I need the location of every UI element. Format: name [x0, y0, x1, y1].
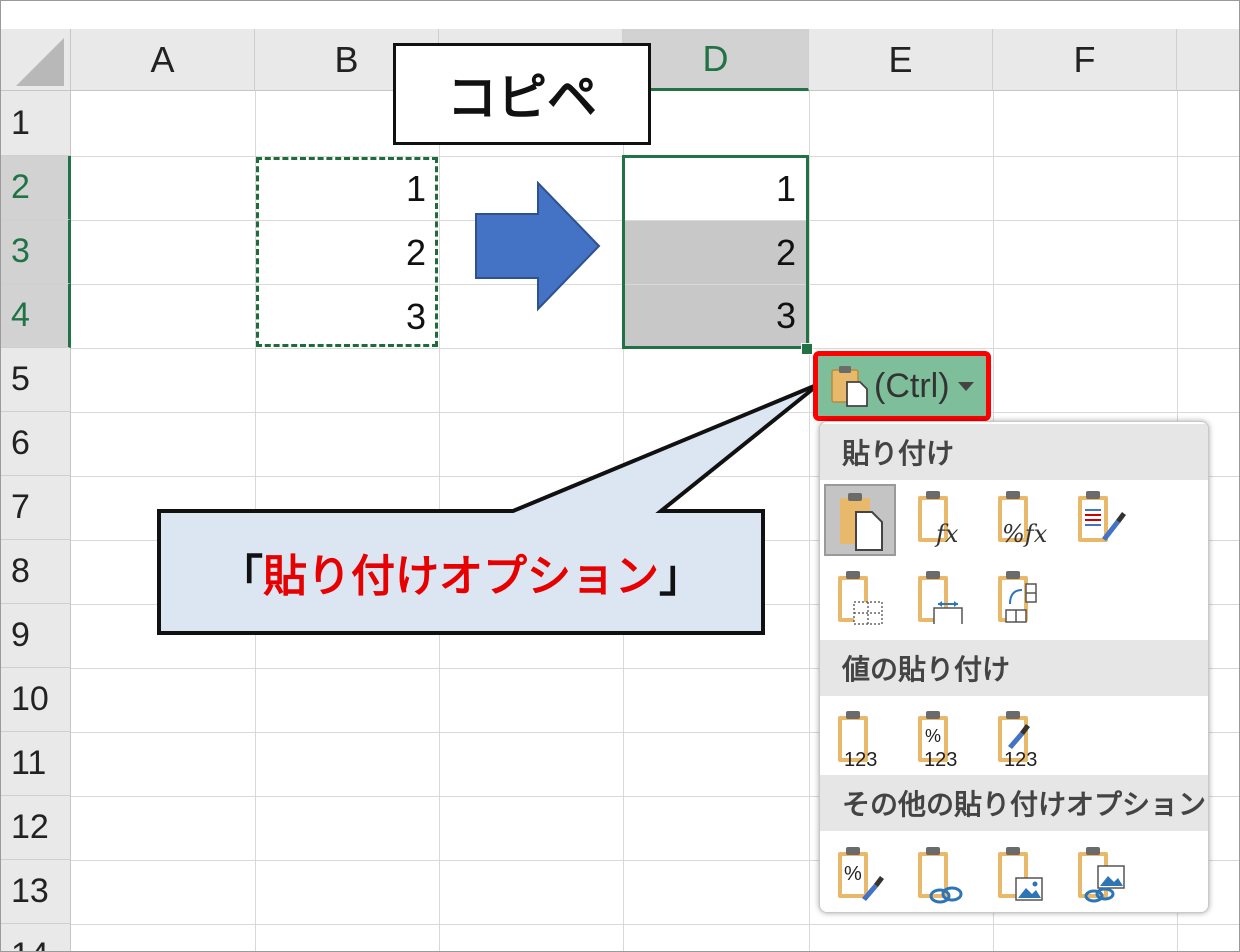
paste-options-button[interactable]: (Ctrl): [813, 351, 991, 421]
section-paste-heading: 貼り付け: [820, 424, 1208, 480]
clipboard-icon: [831, 366, 868, 407]
callout-label: 「貼り付けオプション」: [161, 513, 761, 631]
excel-sheet: A B D E F 1 2 3 4 5 6 7 8 9 10 11 12 13 …: [0, 0, 1240, 952]
paste-formulas-number-format-icon[interactable]: %fx: [984, 484, 1056, 556]
paste-options-panel: 貼り付け 値の貼り付け その他の貼り付けオプション fx %fx 123 % 1…: [819, 421, 1209, 913]
num-text: 123: [1004, 749, 1037, 771]
num-text: 123: [924, 749, 957, 771]
paste-icon[interactable]: [824, 484, 896, 556]
paste-keep-source-formatting-icon[interactable]: [1064, 484, 1136, 556]
callout-highlight: 貼り付けオプション: [263, 551, 659, 602]
paste-picture-icon[interactable]: [984, 840, 1056, 912]
paste-values-icon[interactable]: 123: [824, 704, 896, 776]
paste-formatting-icon[interactable]: %: [824, 840, 896, 912]
pfx-text: %fx: [1002, 520, 1048, 548]
pct-text: %: [925, 726, 941, 746]
paste-keep-column-widths-icon[interactable]: [904, 564, 976, 636]
fx-text: fx: [934, 520, 959, 548]
section-other-heading: その他の貼り付けオプション: [820, 775, 1208, 831]
num-text: 123: [844, 749, 877, 771]
pct-text: %: [844, 863, 862, 885]
paste-formulas-icon[interactable]: fx: [904, 484, 976, 556]
paste-linked-picture-icon[interactable]: [1064, 840, 1136, 912]
section-values-heading: 値の貼り付け: [820, 640, 1208, 696]
paste-transpose-icon[interactable]: [984, 564, 1056, 636]
paste-options-label: (Ctrl): [874, 366, 950, 405]
callout-open-bracket: 「: [219, 551, 263, 602]
paste-values-number-format-icon[interactable]: % 123: [904, 704, 976, 776]
paste-link-icon[interactable]: [904, 840, 976, 912]
callout-close-bracket: 」: [659, 551, 703, 602]
paste-no-borders-icon[interactable]: [824, 564, 896, 636]
paste-values-source-formatting-icon[interactable]: 123: [984, 704, 1056, 776]
chevron-down-icon: [957, 381, 974, 391]
